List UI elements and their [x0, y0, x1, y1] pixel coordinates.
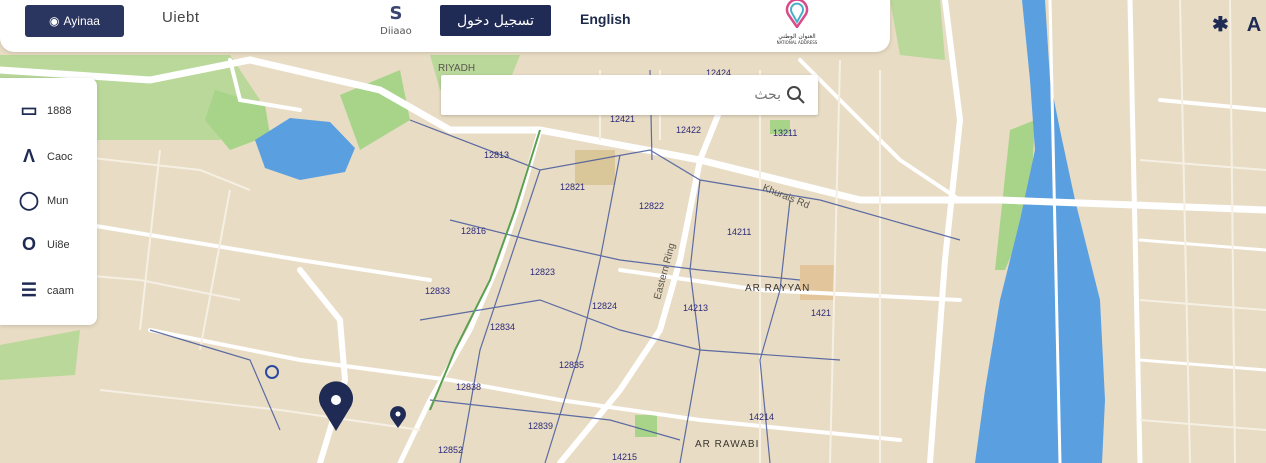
zip-label: 12421 [610, 114, 635, 124]
zip-label: 14214 [749, 412, 774, 422]
top-header: ◉ Ayinaa Uiebt S Diiaao تسجيل دخول Engli… [0, 0, 890, 52]
menu-icon: S [389, 3, 403, 24]
zip-label: 12833 [425, 286, 450, 296]
zip-label: 12839 [528, 421, 553, 431]
zip-label: 12422 [676, 125, 701, 135]
national-address-logo[interactable]: العنوان الوطني NATIONAL ADDRESS [770, 0, 824, 50]
triangle-icon: Λ [22, 146, 35, 166]
brand-logo-icon: ◉ [49, 14, 60, 28]
map-tools-panel: ▭ 1888 Λ Caoc ◯ Mun O Ui8e ☰ caam [0, 78, 97, 325]
side-item-label: Mun [47, 194, 69, 207]
side-item-label: 1888 [47, 104, 72, 117]
text-icon[interactable]: A [1247, 14, 1261, 36]
nav-link[interactable]: Uiebt [162, 9, 200, 26]
logo-text-ar: العنوان الوطني [778, 33, 816, 40]
zip-label: 12834 [490, 322, 515, 332]
menu-label: Diiaao [380, 26, 412, 37]
share-icon[interactable]: ✱ [1212, 14, 1229, 36]
search-box [441, 75, 818, 115]
district-label-ar-rawabi: AR RAWABI [695, 439, 759, 450]
brand-button[interactable]: ◉ Ayinaa [25, 5, 124, 37]
side-item-3[interactable]: ◯ Mun [18, 190, 68, 211]
zip-label: 12816 [461, 226, 486, 236]
language-toggle[interactable]: English [580, 11, 631, 27]
zip-label: 14213 [683, 303, 708, 313]
city-label: RIYADH [438, 63, 475, 74]
pin-logo-icon [785, 0, 809, 30]
zip-label: 12852 [438, 445, 463, 455]
search-input[interactable] [441, 75, 789, 115]
zip-label: 12822 [639, 201, 664, 211]
side-item-2[interactable]: Λ Caoc [18, 146, 73, 167]
logo-text-en: NATIONAL ADDRESS [776, 40, 818, 45]
brand-label: Ayinaa [63, 14, 100, 28]
zip-label: 14211 [727, 227, 751, 237]
zip-label: 1421 [811, 308, 831, 318]
zip-label: 12835 [559, 360, 584, 370]
zip-label: 12823 [530, 267, 555, 277]
zip-label: 12838 [456, 382, 481, 392]
login-button[interactable]: تسجيل دخول [440, 5, 551, 36]
search-icon[interactable] [786, 85, 806, 105]
menu-button[interactable]: S Diiaao [373, 3, 419, 38]
zip-label: 12813 [484, 150, 509, 160]
zip-label: 12821 [560, 182, 585, 192]
layers-icon: ▭ [20, 100, 38, 120]
side-item-label: Caoc [47, 150, 73, 163]
map-canvas[interactable]: RIYADH AR RAYYAN AR RAWABI Khurais Rd Ea… [0, 0, 1266, 463]
zip-label: 13211 [773, 128, 797, 138]
list-icon: ☰ [20, 280, 38, 300]
zip-label: 14215 [612, 452, 637, 462]
zip-label: 12824 [592, 301, 617, 311]
district-label-ar-rayyan: AR RAYYAN [745, 283, 810, 294]
side-item-layers[interactable]: ▭ 1888 [18, 100, 71, 121]
oval-icon: O [21, 234, 36, 254]
side-item-5[interactable]: ☰ caam [18, 280, 74, 301]
top-right-controls: ✱ A [1212, 12, 1266, 37]
side-item-label: Ui8e [47, 238, 70, 251]
side-item-label: caam [47, 284, 74, 297]
circle-icon: ◯ [18, 190, 40, 210]
side-item-4[interactable]: O Ui8e [18, 234, 70, 255]
